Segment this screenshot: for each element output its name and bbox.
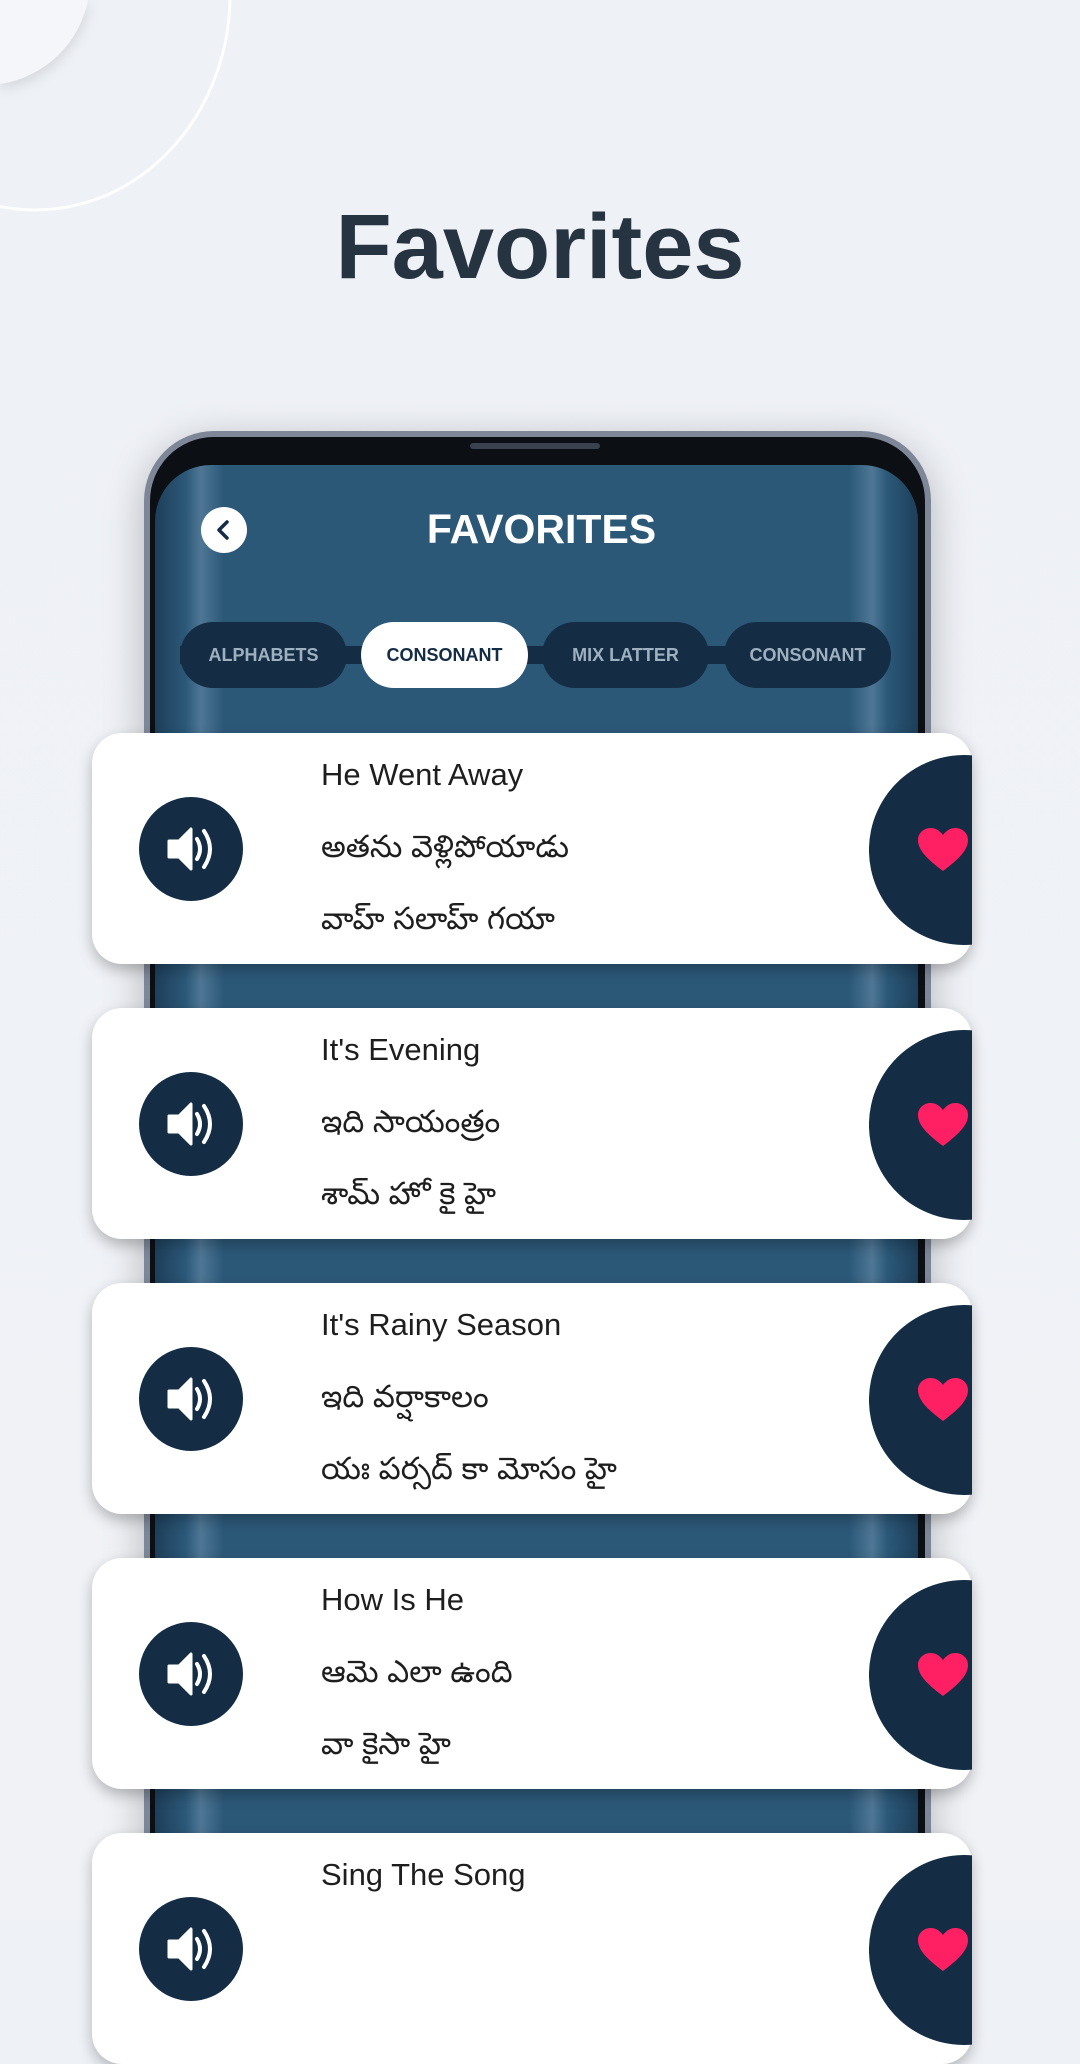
- play-audio-button[interactable]: [139, 797, 243, 901]
- telugu-translation: ఇది వర్షాకాలం: [321, 1379, 489, 1414]
- play-audio-button[interactable]: [139, 1897, 243, 2001]
- transliteration: యః పర్సద్ కా మోసం హై: [321, 1451, 617, 1486]
- speaker-icon: [167, 827, 212, 871]
- page-headline: Favorites: [335, 196, 745, 298]
- favorite-item: It's Evening ఇది సాయంత్రం శామ్ హో కై హై: [92, 1008, 972, 1239]
- english-phrase: It's Rainy Season: [321, 1307, 562, 1342]
- english-phrase: He Went Away: [321, 757, 524, 792]
- play-audio-button[interactable]: [139, 1347, 243, 1451]
- tab-alphabets[interactable]: ALPHABETS: [180, 622, 347, 688]
- speaker-icon: [167, 1652, 212, 1696]
- favorite-item: He Went Away అతను వెళ్లిపోయాడు వాహ్ సలాహ్ …: [92, 733, 972, 964]
- english-phrase: Sing The Song: [321, 1857, 526, 1892]
- transliteration: వా కైసా హై: [321, 1726, 451, 1761]
- telugu-translation: ఇది సాయంత్రం: [321, 1104, 501, 1139]
- favorite-toggle-button[interactable]: [869, 755, 972, 945]
- speaker-icon: [167, 1927, 212, 1971]
- phone-speaker-grille: [470, 443, 600, 449]
- heart-icon: [918, 828, 968, 871]
- heart-icon: [918, 1378, 968, 1421]
- heart-icon: [918, 1103, 968, 1146]
- speaker-icon: [167, 1102, 212, 1146]
- favorite-toggle-button[interactable]: [869, 1305, 972, 1495]
- favorite-item: Sing The Song: [92, 1833, 972, 2064]
- telugu-translation: ఆమె ఎలా ఉంది: [321, 1654, 513, 1689]
- heart-icon: [918, 1928, 968, 1971]
- tab-mix-latter[interactable]: MIX LATTER: [542, 622, 709, 688]
- favorite-item: It's Rainy Season ఇది వర్షాకాలం యః పర్సద్ …: [92, 1283, 972, 1514]
- screen-title: FAVORITES: [426, 506, 657, 552]
- heart-icon: [918, 1653, 968, 1696]
- tab-consonant[interactable]: CONSONANT: [361, 622, 528, 688]
- telugu-translation: అతను వెళ్లిపోయాడు: [321, 829, 570, 864]
- play-audio-button[interactable]: [139, 1622, 243, 1726]
- favorite-item: How Is He ఆమె ఎలా ఉంది వా కైసా హై: [92, 1558, 972, 1789]
- english-phrase: How Is He: [321, 1582, 464, 1617]
- english-phrase: It's Evening: [321, 1032, 481, 1067]
- tab-consonant-2[interactable]: CONSONANT: [724, 622, 891, 688]
- transliteration: శామ్ హో కై హై: [321, 1176, 497, 1211]
- transliteration: వాహ్ సలాహ్ గయా: [321, 901, 555, 936]
- favorite-toggle-button[interactable]: [869, 1855, 972, 2045]
- decorative-circle: [0, 0, 88, 84]
- favorite-toggle-button[interactable]: [869, 1580, 972, 1770]
- play-audio-button[interactable]: [139, 1072, 243, 1176]
- favorite-toggle-button[interactable]: [869, 1030, 972, 1220]
- speaker-icon: [167, 1377, 212, 1421]
